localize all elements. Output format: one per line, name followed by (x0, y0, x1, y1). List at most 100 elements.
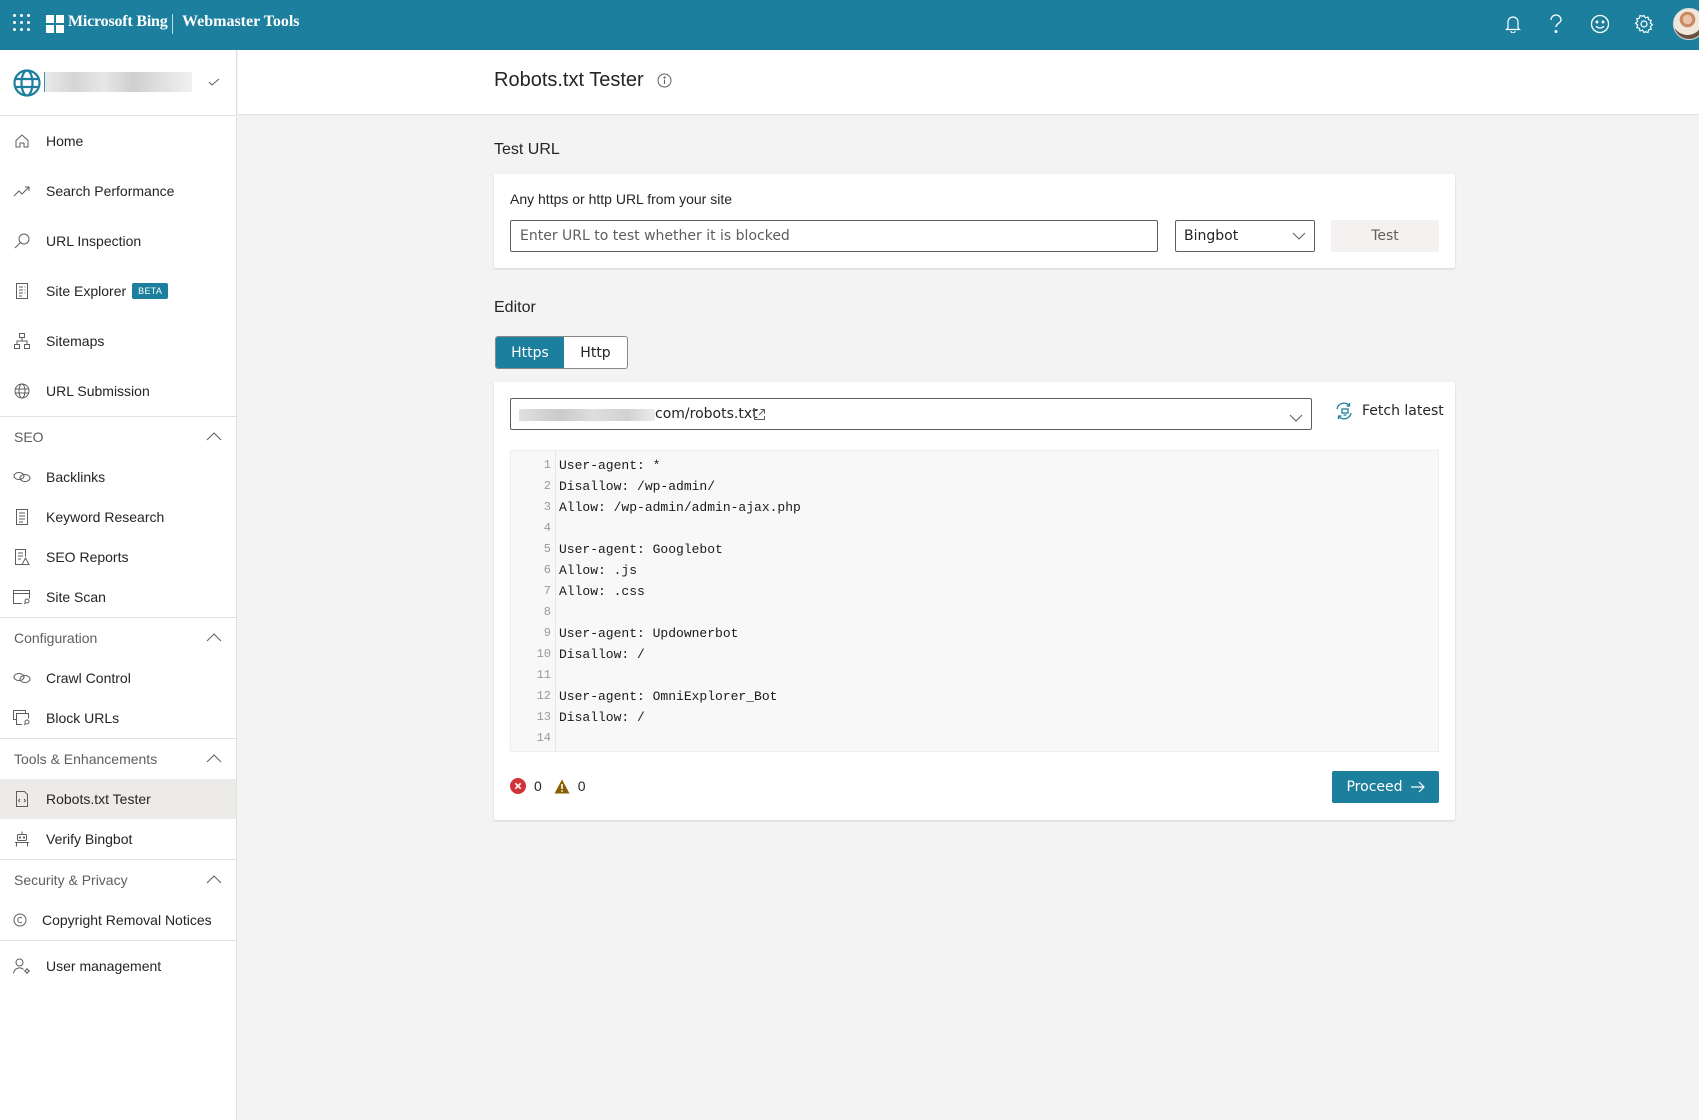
sidebar-item-crawl-control[interactable]: Crawl Control (0, 658, 236, 698)
sidebar-item-label: Block URLs (46, 710, 120, 726)
sidebar-item-search-performance[interactable]: Search Performance (0, 171, 236, 211)
sidebar-item-label: Search Performance (46, 183, 175, 199)
sidebar-item-sitemaps[interactable]: Sitemaps (0, 321, 236, 361)
sidebar-item-user-management[interactable]: User management (0, 946, 236, 986)
chevron-up-icon[interactable] (206, 428, 222, 446)
user-avatar[interactable] (1673, 8, 1699, 40)
sidebar-item-label: Home (46, 133, 84, 149)
sidebar-section-tools[interactable]: Tools & Enhancements (0, 738, 236, 778)
protocol-tabs: Https Http (495, 336, 628, 369)
brand-divider (172, 14, 173, 34)
sidebar-item-site-scan[interactable]: Site Scan (0, 577, 236, 617)
chevron-down-icon (1289, 409, 1303, 427)
code-text: Allow: .js (559, 563, 638, 578)
test-url-input[interactable] (510, 220, 1158, 252)
robot-icon (12, 829, 32, 849)
code-line[interactable]: 6 Allow: .js (511, 560, 1438, 581)
fetch-latest-button[interactable]: Fetch latest (1334, 402, 1444, 420)
tab-http[interactable]: Http (564, 337, 627, 368)
sidebar-item-label: SEO Reports (46, 549, 129, 565)
error-count: 0 (534, 778, 542, 794)
code-line[interactable]: 12 User-agent: OmniExplorer_Bot (511, 686, 1438, 707)
chevron-up-icon[interactable] (206, 750, 222, 768)
sidebar-section-seo[interactable]: SEO (0, 416, 236, 456)
report-icon (12, 547, 32, 567)
page-header: Robots.txt Tester (238, 50, 1699, 115)
code-text: User-agent: * (559, 458, 661, 473)
proceed-button[interactable]: Proceed (1332, 771, 1439, 803)
sidebar-item-seo-reports[interactable]: SEO Reports (0, 537, 236, 577)
sidebar-item-label: Verify Bingbot (46, 831, 133, 847)
product-name[interactable]: Webmaster Tools (182, 13, 300, 31)
sidebar-section-security[interactable]: Security & Privacy (0, 859, 236, 899)
test-url-label: Any https or http URL from your site (510, 191, 733, 207)
chevron-up-icon[interactable] (206, 629, 222, 647)
info-icon[interactable] (657, 73, 672, 93)
line-number: 14 (536, 731, 551, 745)
user-agent-select[interactable]: Bingbot (1175, 220, 1315, 252)
user-agent-value: Bingbot (1184, 228, 1239, 244)
code-line[interactable]: 10 Disallow: / (511, 644, 1438, 665)
code-line[interactable]: 7 Allow: .css (511, 581, 1438, 602)
sidebar-item-label: User management (46, 958, 162, 974)
code-line[interactable]: 9 User-agent: Updownerbot (511, 623, 1438, 644)
warning-count: 0 (577, 778, 586, 794)
sidebar-item-block-urls[interactable]: Block URLs (0, 698, 236, 738)
sidebar-item-label: Keyword Research (46, 509, 165, 525)
editor-heading: Editor (494, 299, 536, 316)
document-icon (12, 507, 32, 527)
globe-icon (12, 68, 42, 103)
sidebar-item-url-inspection[interactable]: URL Inspection (0, 221, 236, 261)
trend-icon (12, 181, 32, 201)
search-icon (12, 231, 32, 251)
validation-summary: 0 0 (510, 778, 598, 794)
code-line[interactable]: 13 Disallow: / (511, 707, 1438, 728)
robots-url-select[interactable]: com/robots.txt (510, 398, 1312, 430)
settings-icon[interactable] (1632, 12, 1656, 36)
sidebar-section-configuration[interactable]: Configuration (0, 617, 236, 657)
app-launcher-icon[interactable] (13, 14, 31, 32)
code-line[interactable]: 11 (511, 665, 1438, 686)
sidebar-item-copyright-removal[interactable]: Copyright Removal Notices (0, 900, 236, 940)
site-name-redacted (44, 72, 192, 92)
site-picker[interactable] (0, 50, 236, 116)
sidebar-item-robots-txt-tester[interactable]: Robots.txt Tester (0, 779, 236, 819)
code-line[interactable]: 1 User-agent: * (511, 455, 1438, 476)
sidebar-item-verify-bingbot[interactable]: Verify Bingbot (0, 819, 236, 859)
sidebar-item-label: URL Inspection (46, 233, 142, 249)
code-line[interactable]: 8 (511, 602, 1438, 623)
line-number: 8 (543, 605, 551, 619)
sitemap-icon (12, 331, 32, 351)
tab-https[interactable]: Https (496, 337, 564, 368)
open-external-icon[interactable] (753, 408, 766, 426)
sidebar-item-label: URL Submission (46, 383, 150, 399)
line-number: 6 (543, 563, 551, 577)
code-line[interactable]: 3 Allow: /wp-admin/admin-ajax.php (511, 497, 1438, 518)
sidebar-item-home[interactable]: Home (0, 121, 236, 161)
sidebar-item-keyword-research[interactable]: Keyword Research (0, 497, 236, 537)
robots-code-editor[interactable]: 1 User-agent: * 2 Disallow: /wp-admin/3 Allo… (510, 450, 1439, 752)
code-text: Allow: .css (559, 584, 645, 599)
code-text: Allow: /wp-admin/admin-ajax.php (559, 500, 801, 515)
code-line[interactable]: 5 User-agent: Googlebot (511, 539, 1438, 560)
proceed-label: Proceed (1346, 779, 1403, 795)
block-urls-icon (12, 708, 32, 728)
code-line[interactable]: 2 Disallow: /wp-admin/ (511, 476, 1438, 497)
microsoft-logo-icon (46, 15, 64, 33)
link-icon (12, 668, 32, 688)
page-title: Robots.txt Tester (494, 69, 644, 91)
sidebar-item-site-explorer[interactable]: Site Explorer BETA (0, 271, 236, 311)
sidebar-item-backlinks[interactable]: Backlinks (0, 457, 236, 497)
brand-name[interactable]: Microsoft Bing (68, 13, 168, 31)
warning-icon (554, 779, 570, 793)
line-number: 4 (543, 521, 551, 535)
test-button[interactable]: Test (1331, 220, 1439, 252)
feedback-icon[interactable] (1588, 12, 1612, 36)
code-line[interactable]: 4 (511, 518, 1438, 539)
line-number: 13 (536, 710, 551, 724)
sidebar-item-url-submission[interactable]: URL Submission (0, 371, 236, 411)
notifications-icon[interactable] (1501, 12, 1525, 36)
help-icon[interactable] (1544, 12, 1568, 36)
chevron-up-icon[interactable] (206, 871, 222, 889)
code-line[interactable]: 14 (511, 728, 1438, 749)
